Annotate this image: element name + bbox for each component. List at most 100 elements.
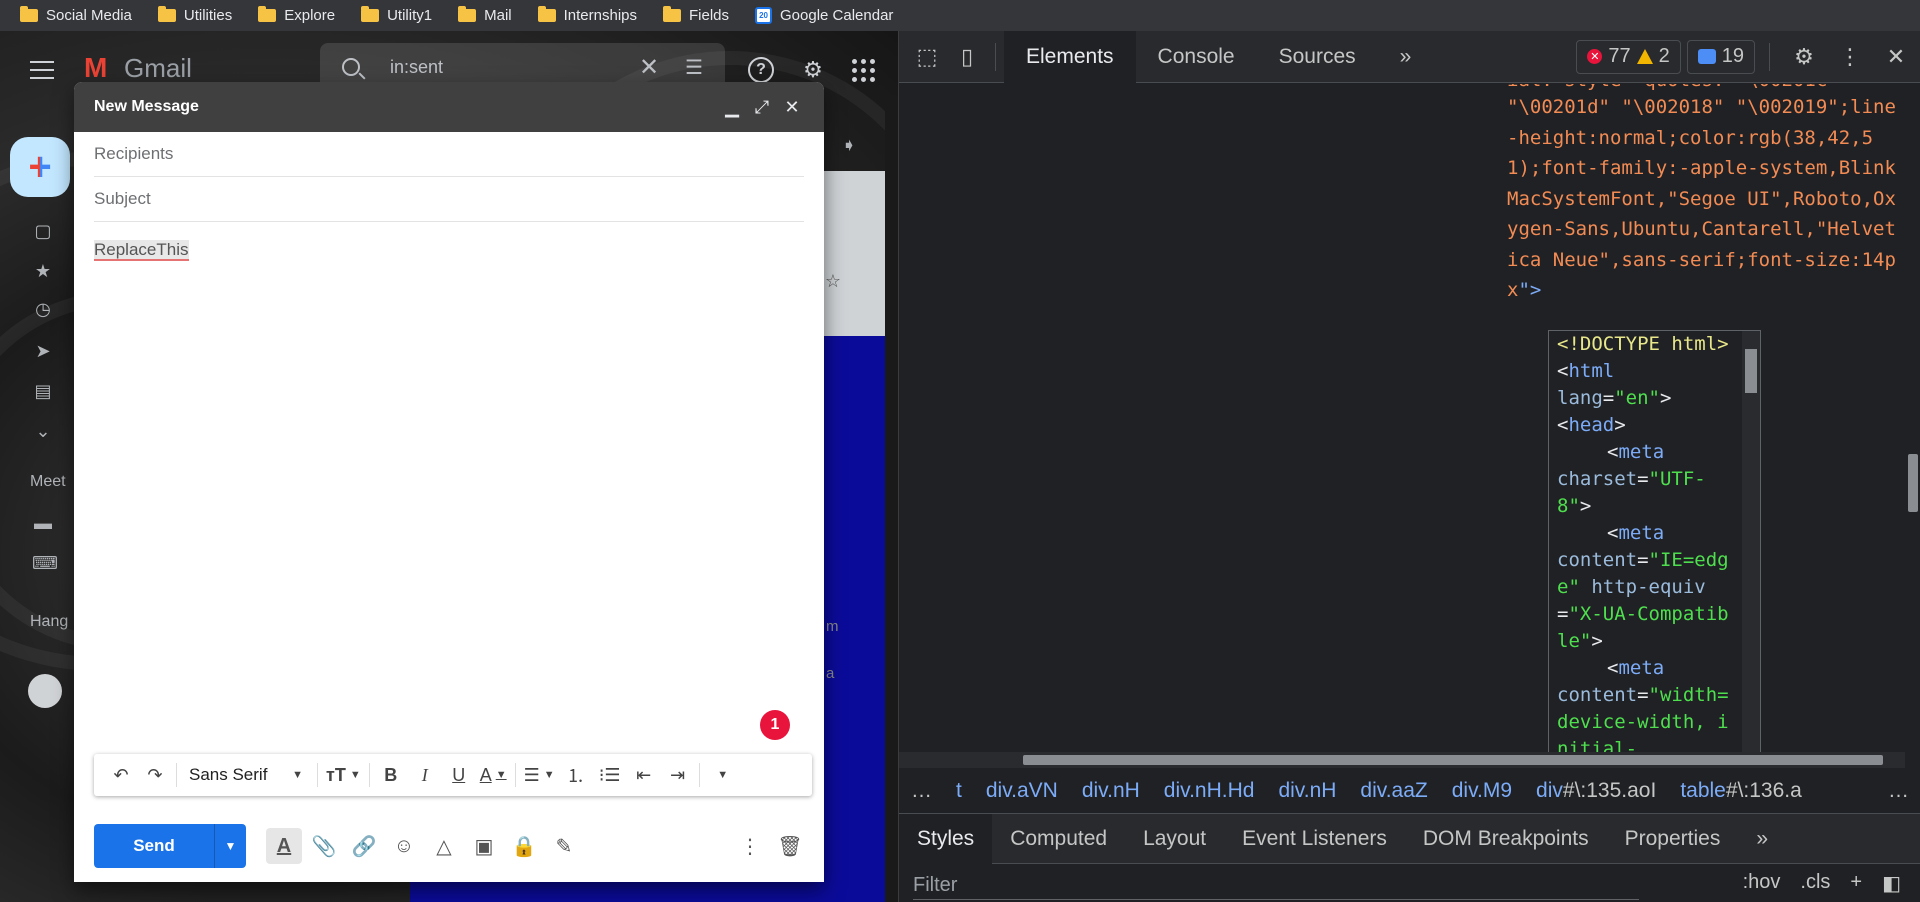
scrollbar-thumb[interactable] [1745,349,1757,393]
iframe-srcdoc-preview[interactable]: <!DOCTYPE html> <html lang="en"> <head> … [1548,330,1761,752]
breadcrumb-item[interactable]: div.nH [1070,779,1152,803]
scrollbar-thumb[interactable] [1908,454,1918,512]
insert-signature-icon[interactable]: ✎ [546,828,582,864]
tab-layout[interactable]: Layout [1125,814,1224,864]
search-input[interactable]: in:sent [390,57,639,78]
bulleted-list-icon[interactable]: ⁝☰ [593,760,627,790]
sent-icon[interactable]: ➤ [32,341,54,363]
tab-event-listeners[interactable]: Event Listeners [1224,814,1405,864]
tab-sources[interactable]: Sources [1257,31,1378,83]
snoozed-clock-icon[interactable]: ◷ [32,299,54,321]
starred-icon[interactable]: ★ [32,261,54,283]
breadcrumb-item[interactable]: div#\:135.aoI [1524,779,1668,803]
element-classes-button[interactable]: .cls [1800,871,1830,896]
subject-field[interactable]: Subject [94,177,804,222]
more-tabs-icon[interactable]: » [1738,814,1786,864]
tab-styles[interactable]: Styles [899,813,993,864]
breadcrumb-scroll-right[interactable]: … [1876,779,1920,803]
settings-gear-icon[interactable]: ⚙ [1784,37,1824,77]
insert-photo-icon[interactable]: ▣ [466,828,502,864]
iframe-scrollbar[interactable] [1742,331,1760,752]
tab-properties[interactable]: Properties [1607,814,1739,864]
font-size-icon[interactable]: ᴛT ▼ [322,760,365,790]
bookmark-utilities[interactable]: Utilities [148,5,244,27]
insert-emoji-icon[interactable]: ☺ [386,828,422,864]
device-toolbar-icon[interactable]: ▯ [947,37,987,77]
avatar[interactable] [28,674,62,708]
clear-search-icon[interactable]: ✕ [639,53,659,82]
settings-gear-icon[interactable]: ⚙ [800,57,826,83]
indent-more-icon[interactable]: ⇥ [661,760,695,790]
toggle-sidebar-icon[interactable]: ◧ [1882,871,1901,896]
bookmark-explore[interactable]: Explore [248,5,347,27]
confidential-mode-icon[interactable]: 🔒 [506,828,542,864]
main-menu-icon[interactable] [30,61,54,79]
message-body[interactable]: ReplaceThis [94,240,804,261]
bold-icon[interactable]: B [374,760,408,790]
underline-icon[interactable]: U [442,760,476,790]
breadcrumb-scroll-left[interactable]: … [899,779,944,803]
breadcrumb-item[interactable]: div.nH [1266,779,1348,803]
text-color-icon[interactable]: A ▼ [476,760,511,790]
label-icon[interactable]: ➧ [838,135,860,157]
help-icon[interactable]: ? [748,57,774,83]
bookmark-mail[interactable]: Mail [448,5,524,27]
send-options-icon[interactable]: ▼ [214,824,246,868]
send-button[interactable]: Send [94,824,214,868]
undo-icon[interactable]: ↶ [104,760,138,790]
google-apps-icon[interactable] [852,58,875,82]
dom-tree-vertical-scrollbar[interactable] [1905,84,1920,752]
close-devtools-icon[interactable]: ✕ [1876,37,1916,77]
dom-tree-horizontal-scrollbar[interactable] [899,752,1905,768]
bookmark-google-calendar[interactable]: 20 Google Calendar [745,5,905,27]
breadcrumb-item[interactable]: table#\:136.a [1668,779,1813,803]
errors-warnings-counter[interactable]: ✕ 77 2 [1576,39,1681,74]
tab-computed[interactable]: Computed [992,814,1125,864]
new-style-rule-button[interactable]: + [1850,871,1862,896]
bookmark-fields[interactable]: Fields [653,5,741,27]
italic-icon[interactable]: I [408,760,442,790]
full-screen-icon[interactable]: ⤢ [750,95,774,119]
inbox-icon[interactable]: ▢ [32,221,54,243]
gmail-logo[interactable]: Gmail [84,52,192,84]
bookmark-social-media[interactable]: Social Media [10,5,144,27]
breadcrumb-item[interactable]: div.aVN [974,779,1070,803]
toggle-element-state-button[interactable]: :hov [1743,871,1781,896]
bookmark-internships[interactable]: Internships [528,5,649,27]
tab-console[interactable]: Console [1136,31,1257,83]
more-tabs-icon[interactable]: » [1378,31,1434,83]
google-drive-icon[interactable]: △ [426,828,462,864]
gmail-scrollbar[interactable] [885,95,898,902]
more-options-icon[interactable]: ⋮ [1830,37,1870,77]
scrollbar-thumb[interactable] [1023,755,1883,765]
more-chevron-icon[interactable]: ⌄ [32,421,54,443]
compose-header[interactable]: New Message ▁ ⤢ ✕ [74,82,824,132]
formatting-options-icon[interactable]: A [266,828,302,864]
drafts-icon[interactable]: ▤ [32,381,54,403]
indent-less-icon[interactable]: ⇤ [627,760,661,790]
search-options-icon[interactable]: ☰ [685,55,703,80]
redo-icon[interactable]: ↷ [138,760,172,790]
close-icon[interactable]: ✕ [780,95,804,119]
breadcrumb-item[interactable]: div.M9 [1440,779,1524,803]
new-meeting-icon[interactable]: ▬ [32,513,54,535]
breadcrumb-item[interactable]: div.nH.Hd [1152,779,1267,803]
more-formatting-caret-icon[interactable]: ▼ [704,760,738,790]
attach-file-icon[interactable]: 📎 [306,828,342,864]
join-meeting-keyboard-icon[interactable]: ⌨ [32,553,58,575]
breadcrumb-item[interactable]: t [944,779,974,803]
elements-dom-tree[interactable]: ial: style="quotes: "\00201c "\00201d" "… [899,84,1905,752]
align-icon[interactable]: ☰ ▼ [520,760,559,790]
recipients-field[interactable]: Recipients [94,132,804,177]
star-icon[interactable]: ☆ [822,271,844,293]
messages-counter[interactable]: 19 [1686,39,1755,74]
compose-button[interactable]: + [10,137,70,197]
breadcrumb-item[interactable]: div.aaZ [1348,779,1439,803]
font-select[interactable]: Sans Serif ▼ [181,760,313,790]
insert-link-icon[interactable]: 🔗 [346,828,382,864]
tab-elements[interactable]: Elements [1004,30,1136,83]
numbered-list-icon[interactable]: ⒈ [559,760,593,790]
bookmark-utility1[interactable]: Utility1 [351,5,444,27]
more-options-icon[interactable]: ⋮ [732,828,768,864]
styles-filter-input[interactable]: Filter [913,866,1639,900]
